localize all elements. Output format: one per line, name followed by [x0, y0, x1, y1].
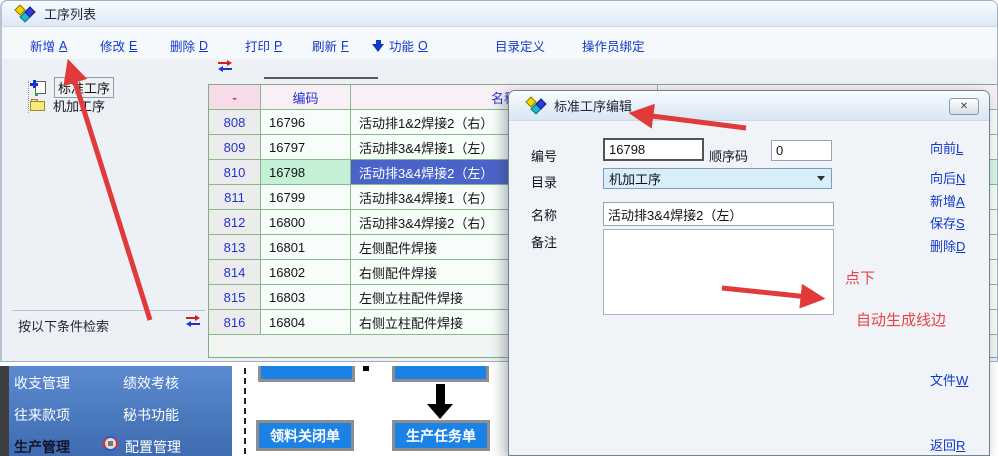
menu-item-production[interactable]: 生产管理 — [14, 437, 70, 456]
grid-underline — [264, 77, 378, 79]
folder-icon — [30, 99, 47, 112]
name-label: 名称 — [531, 205, 557, 224]
screen: 工序列表 新增A 修改E 删除D 打印P 刷新F 功能O 目录定义 操作员绑定 … — [0, 0, 998, 456]
flowchart-dashed-line — [244, 368, 246, 454]
dialog-title: 标准工序编辑 — [554, 96, 632, 115]
name-input[interactable] — [603, 202, 834, 226]
filter-label: 按以下条件检索 — [18, 316, 109, 335]
main-menu-panel: 收支管理 绩效考核 往来款项 秘书功能 生产管理 配置管理 — [9, 366, 232, 456]
toolbar-print-button[interactable]: 打印P — [245, 36, 282, 55]
document-plus-icon — [30, 80, 48, 96]
panel-divider — [12, 310, 205, 311]
tree-item-machining-process[interactable]: 机加工序 — [30, 96, 105, 115]
add-button[interactable]: 新增A — [930, 191, 965, 210]
down-arrow-icon — [372, 40, 385, 52]
close-icon[interactable]: ✕ — [949, 98, 979, 115]
backward-button[interactable]: 向后N — [930, 168, 965, 187]
window-title: 工序列表 — [44, 4, 96, 23]
dialog-titlebar[interactable]: 标准工序编辑 — [509, 91, 989, 121]
background-left-edge — [0, 366, 9, 456]
menu-item-configuration[interactable]: 配置管理 — [125, 437, 181, 456]
return-button[interactable]: 返回R — [930, 435, 965, 454]
forward-button[interactable]: 向前L — [930, 138, 963, 157]
file-button[interactable]: 文件W — [930, 370, 968, 389]
toolbar-delete-button[interactable]: 删除D — [170, 36, 208, 55]
filter-swap-icon[interactable] — [185, 315, 201, 327]
catalog-label: 目录 — [531, 172, 557, 191]
config-gear-icon — [103, 436, 118, 451]
menu-item-accounts[interactable]: 往来款项 — [14, 405, 70, 425]
catalog-dropdown[interactable]: 机加工序 — [603, 168, 832, 189]
menu-item-performance[interactable]: 绩效考核 — [123, 373, 179, 393]
toolbar-function-button[interactable]: 功能O — [372, 36, 428, 55]
tree-item-standard-process[interactable]: 标准工序 — [30, 77, 114, 98]
flow-box-material-close[interactable]: 领料关闭单 — [256, 420, 354, 451]
flow-down-arrow-icon — [436, 384, 445, 405]
header-dash[interactable]: - — [209, 85, 261, 110]
code-label: 编号 — [531, 146, 557, 165]
tree-connector — [28, 81, 29, 113]
menu-item-income-expense[interactable]: 收支管理 — [14, 373, 70, 393]
flow-box-partial[interactable] — [392, 366, 489, 382]
app-diamonds-icon — [14, 4, 36, 24]
note-label: 备注 — [531, 232, 557, 251]
sequence-input[interactable] — [771, 140, 832, 161]
standard-process-edit-dialog: 标准工序编辑 ✕ 编号 顺序码 目录 机加工序 名称 备注 向前L 向后N 新增… — [508, 90, 990, 456]
window-titlebar[interactable]: 工序列表 — [2, 1, 997, 27]
note-textarea[interactable] — [603, 229, 834, 315]
flow-arrow-fragment — [363, 366, 369, 371]
dialog-diamonds-icon — [525, 96, 547, 116]
toolbar-operator-bind-button[interactable]: 操作员绑定 — [582, 36, 645, 55]
flow-box-partial[interactable] — [258, 366, 355, 382]
grid-swap-icon[interactable] — [217, 60, 233, 72]
toolbar-add-button[interactable]: 新增A — [30, 36, 67, 55]
toolbar-catalog-define-button[interactable]: 目录定义 — [495, 36, 545, 55]
toolbar: 新增A 修改E 删除D 打印P 刷新F 功能O 目录定义 操作员绑定 — [2, 27, 997, 59]
save-button[interactable]: 保存S — [930, 213, 965, 232]
dropdown-arrow-icon — [817, 176, 825, 181]
toolbar-refresh-button[interactable]: 刷新F — [312, 36, 349, 55]
header-code[interactable]: 编码 — [261, 85, 351, 110]
menu-item-secretary[interactable]: 秘书功能 — [123, 405, 179, 425]
flow-down-arrow-head — [427, 404, 453, 419]
toolbar-edit-button[interactable]: 修改E — [100, 36, 137, 55]
sequence-label: 顺序码 — [709, 146, 748, 165]
delete-button[interactable]: 删除D — [930, 236, 965, 255]
code-input[interactable] — [603, 138, 704, 161]
flow-box-production-task[interactable]: 生产任务单 — [392, 420, 490, 451]
